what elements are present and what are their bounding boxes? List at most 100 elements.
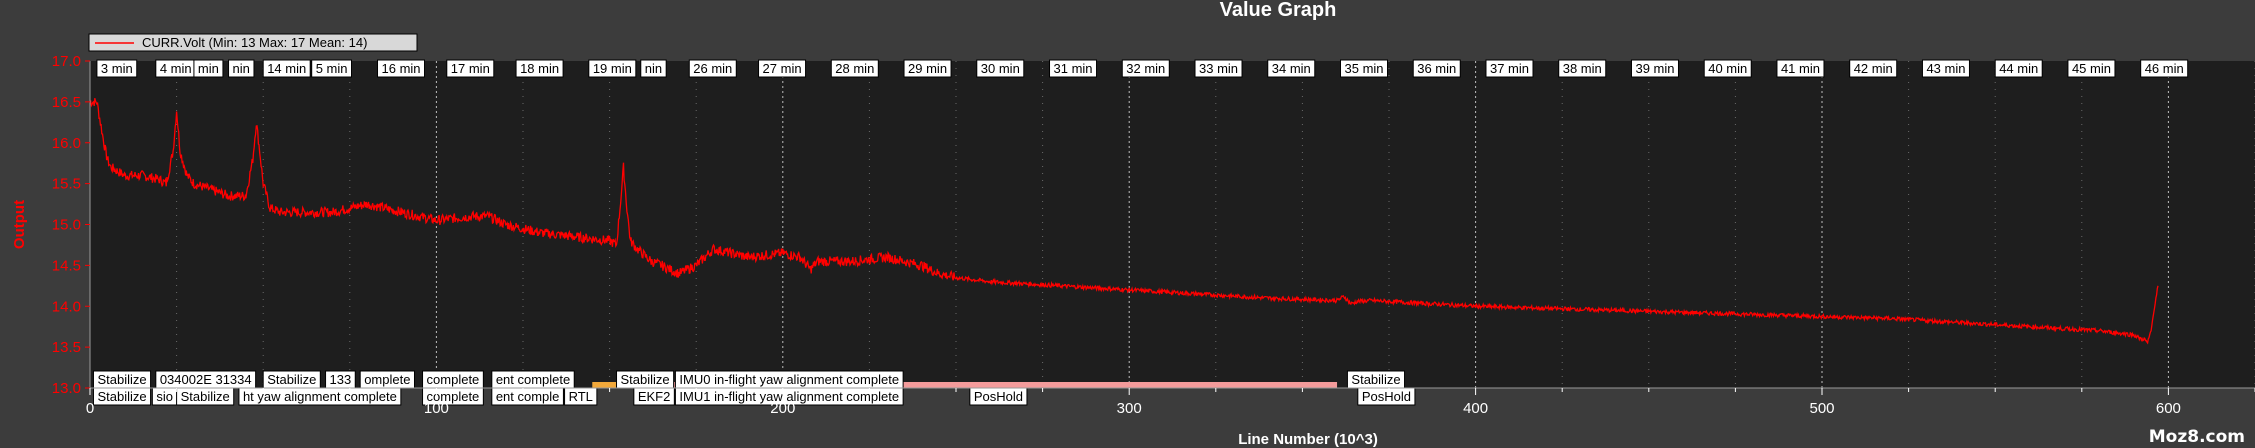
event-label-text: Stabilize — [621, 372, 670, 387]
time-label: 38 min — [1558, 59, 1607, 78]
event-label-text: sio — [156, 389, 173, 404]
time-label-text: 29 min — [908, 61, 947, 76]
event-label-text: Stabilize — [181, 389, 230, 404]
time-label-text: 28 min — [835, 61, 874, 76]
time-label-text: 19 min — [593, 61, 632, 76]
y-tick-label: 13.5 — [52, 339, 81, 356]
event-label-text: Stabilize — [1351, 372, 1400, 387]
time-label: 46 min — [2140, 59, 2189, 78]
time-label: 14 min — [262, 59, 311, 78]
y-tick-label: 14.0 — [52, 298, 81, 315]
time-label: 29 min — [903, 59, 952, 78]
y-tick-label: 13.0 — [52, 380, 81, 397]
time-label-text: 32 min — [1126, 61, 1165, 76]
time-label-text: nin — [645, 61, 662, 76]
event-label: complete — [422, 370, 484, 389]
time-label-text: 35 min — [1345, 61, 1384, 76]
event-label: Stabilize — [176, 387, 235, 406]
event-label-text: Stabilize — [97, 372, 146, 387]
time-label: min — [193, 59, 224, 78]
event-label: Stabilize — [92, 387, 152, 406]
time-label-text: 39 min — [1635, 61, 1674, 76]
y-tick-label: 15.0 — [52, 217, 81, 234]
event-label: Stabilize — [262, 370, 321, 389]
time-label-text: 40 min — [1708, 61, 1747, 76]
event-label-text: ent complete — [496, 372, 570, 387]
time-label-text: 46 min — [2145, 61, 2184, 76]
event-label: Stabilize — [92, 370, 152, 389]
time-label-text: 5 min — [316, 61, 348, 76]
legend-entry: CURR.Volt (Min: 13 Max: 17 Mean: 14) — [142, 35, 367, 50]
event-label: sio — [151, 387, 178, 406]
y-tick-label: 17.0 — [52, 53, 81, 70]
event-label: omplete — [359, 370, 415, 389]
time-label: 43 min — [1921, 59, 1970, 78]
event-label-text: RTL — [569, 389, 593, 404]
event-label-text: ent comple — [496, 389, 560, 404]
time-label: 37 min — [1485, 59, 1534, 78]
time-label-text: 4 min — [160, 61, 192, 76]
time-label: 5 min — [311, 59, 352, 78]
event-label-text: 034002E 31334 — [160, 372, 252, 387]
time-label: 34 min — [1267, 59, 1316, 78]
time-label-text: 38 min — [1563, 61, 1602, 76]
time-label: 36 min — [1412, 59, 1461, 78]
time-label: 19 min — [588, 59, 637, 78]
time-label-text: 3 min — [101, 61, 133, 76]
time-labels: 3 min 4 min min nin 14 min 5 min 16 min 17 min 1… — [96, 59, 2189, 78]
event-label: 034002E 31334 — [155, 370, 257, 389]
time-label-text: 31 min — [1054, 61, 1093, 76]
time-label: 31 min — [1049, 59, 1098, 78]
event-label-text: IMU0 in-flight yaw alignment complete — [679, 372, 899, 387]
y-axis-title: Output — [11, 200, 28, 249]
x-tick-label: 0 — [86, 400, 94, 417]
event-label: EKF2 — [633, 387, 675, 406]
x-tick-label: 300 — [1117, 400, 1142, 417]
event-label: PosHold — [1357, 387, 1416, 406]
time-label-text: 41 min — [1781, 61, 1820, 76]
time-label-text: 44 min — [1999, 61, 2038, 76]
time-label-text: 37 min — [1490, 61, 1529, 76]
event-label-text: EKF2 — [638, 389, 671, 404]
time-label: 32 min — [1121, 59, 1170, 78]
time-label-text: 43 min — [1926, 61, 1965, 76]
time-label: 30 min — [976, 59, 1025, 78]
time-label: 33 min — [1194, 59, 1243, 78]
x-tick-label: 500 — [1809, 400, 1834, 417]
time-label-text: 45 min — [2072, 61, 2111, 76]
time-label: 26 min — [688, 59, 737, 78]
time-label: nin — [228, 59, 255, 78]
time-label: 45 min — [2067, 59, 2116, 78]
legend[interactable]: CURR.Volt (Min: 13 Max: 17 Mean: 14) — [88, 33, 418, 52]
event-label-text: ht yaw alignment complete — [243, 389, 397, 404]
time-label: 41 min — [1776, 59, 1825, 78]
event-label: Stabilize — [1346, 370, 1406, 389]
time-label: 3 min — [96, 59, 138, 78]
event-label-text: 133 — [330, 372, 352, 387]
y-tick-label: 16.5 — [52, 94, 81, 111]
watermark: Moz8.com — [2149, 427, 2245, 447]
chart-title: Value Graph — [1220, 0, 1337, 21]
time-label: 18 min — [515, 59, 564, 78]
time-label-text: 27 min — [763, 61, 802, 76]
event-label: PosHold — [969, 387, 1028, 406]
value-graph-chart[interactable]: Value Graph 3 min 4 min min nin 14 min 5 min 1… — [0, 0, 2255, 448]
event-label-text: omplete — [364, 372, 410, 387]
time-label: 4 min — [155, 59, 197, 78]
time-label: 28 min — [830, 59, 879, 78]
time-label: 35 min — [1340, 59, 1389, 78]
time-label: nin — [640, 59, 667, 78]
time-label-text: 42 min — [1854, 61, 1893, 76]
time-label-text: 17 min — [451, 61, 490, 76]
time-label: 40 min — [1703, 59, 1752, 78]
time-label: 42 min — [1849, 59, 1898, 78]
time-label-text: 33 min — [1199, 61, 1238, 76]
time-label-text: 14 min — [267, 61, 306, 76]
y-tick-label: 14.5 — [52, 257, 81, 274]
x-tick-label: 400 — [1463, 400, 1488, 417]
time-label-text: 36 min — [1417, 61, 1456, 76]
time-label-text: 16 min — [382, 61, 421, 76]
time-label: 16 min — [377, 59, 426, 78]
time-label-text: 18 min — [520, 61, 559, 76]
plot-area[interactable] — [90, 61, 2255, 388]
